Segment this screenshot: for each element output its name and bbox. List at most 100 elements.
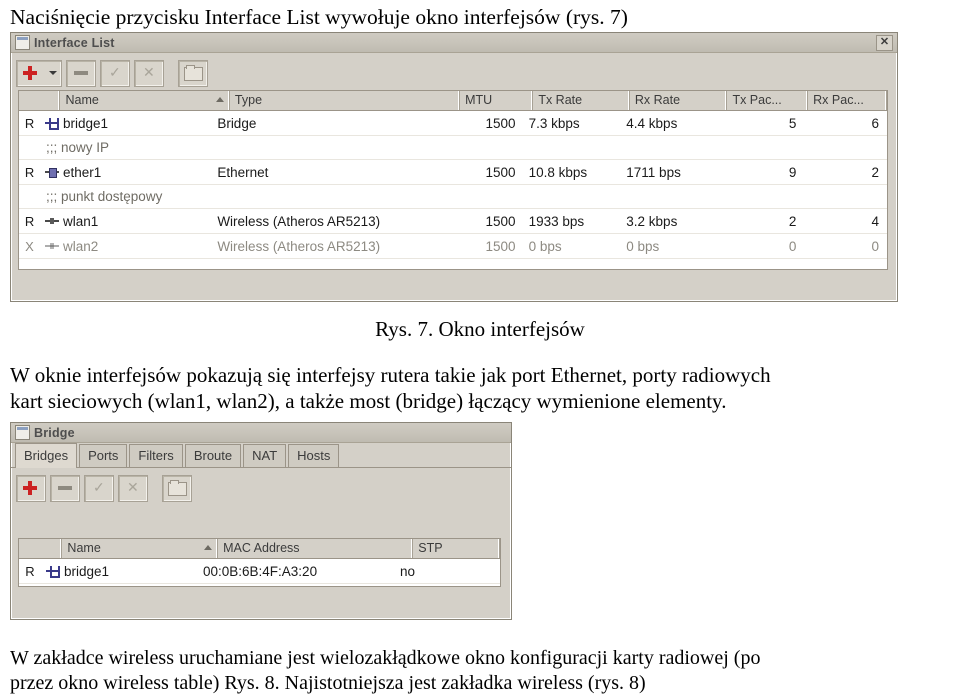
row-type: Bridge — [217, 115, 257, 131]
add-button[interactable] — [16, 474, 46, 502]
page-heading: Naciśnięcie przycisku Interface List wyw… — [10, 5, 628, 29]
column-header-tx-packets[interactable]: Tx Pac... — [727, 91, 809, 110]
bridge-toolbar: ✓ ✕ — [11, 468, 511, 505]
row-rx-packets: 6 — [871, 115, 879, 131]
column-header-name[interactable]: Name — [60, 91, 230, 110]
row-name-cell: wlan2 — [40, 239, 212, 254]
check-icon: ✓ — [93, 478, 105, 495]
row-rx-rate: 0 bps — [626, 238, 660, 254]
row-flag: X — [25, 238, 34, 254]
row-mtu: 1500 — [485, 213, 516, 229]
column-header-flag[interactable] — [19, 91, 61, 110]
plus-icon — [23, 65, 37, 80]
enable-button[interactable]: ✓ — [100, 59, 130, 87]
bridge-icon — [46, 565, 60, 578]
row-flag: R — [25, 563, 35, 579]
row-flag: R — [24, 115, 35, 131]
column-header-name-label: Name — [67, 541, 101, 555]
row-tx-rate: 10.8 kbps — [528, 164, 588, 180]
table-row[interactable]: R bridge1 Bridge 1500 7.3 kbps 4.4 kbps … — [19, 111, 887, 136]
cross-icon: ✕ — [127, 478, 139, 495]
table-comment-row[interactable]: ;;; punkt dostępowy — [19, 185, 887, 209]
interface-list-header-row: Name Type MTU Tx Rate Rx Rate Tx Pac... … — [19, 91, 887, 111]
plus-icon — [23, 480, 37, 495]
disable-button[interactable]: ✕ — [118, 474, 148, 502]
sort-ascending-icon — [204, 545, 213, 550]
row-name: wlan1 — [63, 213, 99, 229]
row-rx-rate: 4.4 kbps — [626, 115, 678, 131]
row-mtu: 1500 — [485, 164, 516, 180]
window-icon — [15, 35, 30, 50]
interface-list-toolbar: ✓ ✕ — [11, 53, 897, 90]
row-name: wlan2 — [63, 238, 99, 254]
tab-bridges[interactable]: Bridges — [15, 443, 78, 468]
add-button[interactable] — [16, 59, 62, 87]
tab-broute[interactable]: Broute — [184, 444, 242, 467]
column-header-stp[interactable]: STP — [413, 539, 500, 558]
row-name-cell: bridge1 — [40, 116, 212, 131]
table-row[interactable]: X wlan2 Wireless (Atheros AR5213) 1500 0… — [19, 234, 887, 259]
paragraph-2-line-1: W zakładce wireless uruchamiane jest wie… — [10, 647, 761, 669]
paragraph-1-line-1: W oknie interfejsów pokazują się interfe… — [10, 363, 771, 387]
column-header-type[interactable]: Type — [230, 91, 461, 110]
row-flag: R — [24, 164, 35, 180]
check-icon: ✓ — [109, 63, 121, 80]
row-name-cell: bridge1 — [41, 564, 198, 579]
table-row[interactable]: R bridge1 00:0B:6B:4F:A3:20 no — [19, 559, 500, 584]
row-tx-packets: 0 — [788, 238, 797, 254]
row-name-cell: wlan1 — [40, 214, 212, 229]
table-row[interactable]: R ether1 Ethernet 1500 10.8 kbps 1711 bp… — [19, 160, 887, 185]
column-header-mac-address[interactable]: MAC Address — [218, 539, 414, 558]
close-icon[interactable]: ✕ — [876, 34, 893, 51]
column-header-flag[interactable] — [19, 539, 63, 558]
bridge-icon — [45, 117, 60, 130]
remove-button[interactable] — [66, 59, 96, 87]
row-tx-packets: 9 — [788, 164, 797, 180]
row-tx-rate: 7.3 kbps — [528, 115, 580, 131]
column-header-mtu[interactable]: MTU — [460, 91, 534, 110]
row-rx-packets: 2 — [871, 164, 879, 180]
column-header-rx-rate[interactable]: Rx Rate — [630, 91, 728, 110]
row-rx-packets: 0 — [871, 238, 879, 254]
row-name: bridge1 — [64, 563, 110, 579]
tab-filters[interactable]: Filters — [129, 444, 183, 467]
bridge-header-row: Name MAC Address STP — [19, 539, 500, 559]
figure-caption-7: Rys. 7. Okno interfejsów — [375, 317, 585, 341]
remove-button[interactable] — [50, 474, 80, 502]
interface-list-title: Interface List — [34, 35, 115, 50]
table-comment-row[interactable]: ;;; nowy IP — [19, 136, 887, 160]
comment-button[interactable] — [162, 474, 192, 502]
column-header-tx-rate[interactable]: Tx Rate — [533, 91, 630, 110]
row-name-cell: ether1 — [40, 165, 212, 180]
folder-icon — [168, 479, 187, 496]
tab-hosts[interactable]: Hosts — [288, 444, 340, 467]
cross-icon: ✕ — [143, 63, 155, 80]
row-mtu: 1500 — [485, 238, 516, 254]
bridge-table: Name MAC Address STP R bridge1 00:0B:6B:… — [18, 538, 501, 587]
interface-list-window: Interface List ✕ ✓ ✕ Name Type MTU Tx Ra… — [10, 32, 898, 302]
row-type: Wireless (Atheros AR5213) — [217, 213, 381, 229]
tab-ports[interactable]: Ports — [79, 444, 128, 467]
minus-icon — [74, 70, 88, 75]
interface-list-titlebar[interactable]: Interface List ✕ — [11, 33, 897, 53]
tab-nat[interactable]: NAT — [243, 444, 287, 467]
disable-button[interactable]: ✕ — [134, 59, 164, 87]
column-header-name-label: Name — [65, 93, 99, 107]
row-tx-rate: 0 bps — [528, 238, 562, 254]
column-header-rx-packets[interactable]: Rx Pac... — [808, 91, 887, 110]
row-type: Ethernet — [217, 164, 269, 180]
row-tx-packets: 5 — [788, 115, 797, 131]
row-rx-packets: 4 — [871, 213, 879, 229]
row-rx-rate: 1711 bps — [626, 164, 681, 180]
enable-button[interactable]: ✓ — [84, 474, 114, 502]
row-tx-packets: 2 — [788, 213, 797, 229]
ethernet-icon — [45, 167, 60, 178]
comment-button[interactable] — [178, 59, 208, 87]
column-header-name[interactable]: Name — [62, 539, 219, 558]
table-row[interactable]: R wlan1 Wireless (Atheros AR5213) 1500 1… — [19, 209, 887, 234]
wlan-icon — [45, 241, 60, 252]
bridge-statusbar — [13, 607, 509, 617]
row-name: ether1 — [63, 164, 102, 180]
bridge-titlebar[interactable]: Bridge — [11, 423, 511, 443]
row-mac-address: 00:0B:6B:4F:A3:20 — [203, 563, 318, 579]
